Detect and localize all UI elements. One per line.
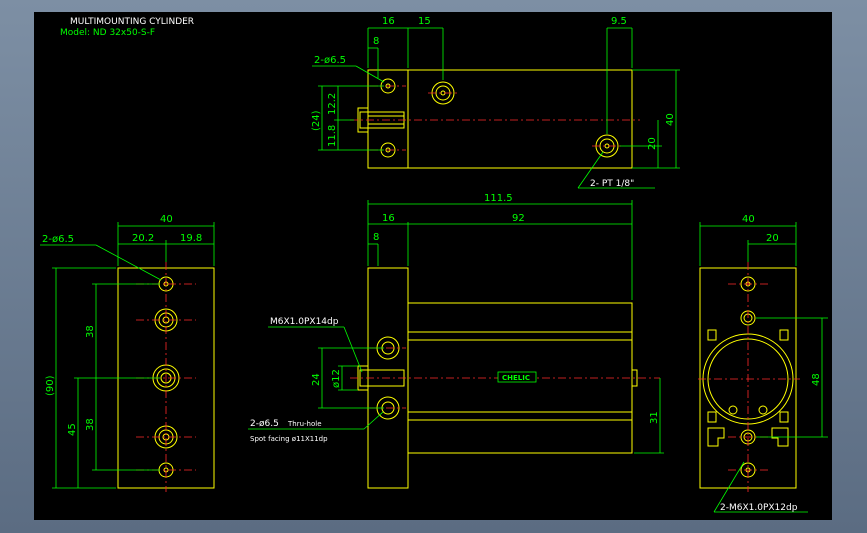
drawing-canvas: MULTIMOUNTING CYLINDER Model: ND 32x50-S…	[34, 12, 832, 520]
hole-callout: 2-ø6.5	[314, 55, 346, 66]
dim-9-5: 9.5	[611, 16, 627, 27]
thru-hole-note: Thru-hole	[287, 420, 322, 428]
dim-40: 40	[665, 113, 676, 126]
dim-24: 24	[311, 373, 322, 386]
thread-callout: M6X1.0PX14dp	[270, 317, 339, 327]
dim-92: 92	[512, 213, 525, 224]
dim-111-5: 111.5	[484, 193, 513, 204]
dim-8: 8	[373, 36, 379, 47]
dim-16: 16	[382, 16, 395, 27]
dim-48: 48	[811, 373, 822, 386]
dim-20: 20	[766, 233, 779, 244]
dim-19-8: 19.8	[180, 233, 202, 244]
top-view: 16 15 9.5 8 2-ø6.5 12.2 (24) 11.8 40 20 …	[311, 16, 680, 189]
right-view: 40 20 48 2-M6X1.0PX12dp	[698, 214, 828, 513]
dim-16: 16	[382, 213, 395, 224]
drawing-title: MULTIMOUNTING CYLINDER	[70, 17, 194, 27]
hole-callout: 2-ø6.5	[42, 234, 74, 245]
left-view: 40 20.2 19.8 2-ø6.5 38 (90) 45 38	[40, 214, 215, 492]
dim-38: 38	[85, 418, 96, 431]
dim-45: 45	[67, 423, 78, 436]
dim-20: 20	[647, 137, 658, 150]
svg-text:CHELIC: CHELIC	[502, 374, 530, 382]
dim-20-2: 20.2	[132, 233, 154, 244]
thread-callout: 2-M6X1.0PX12dp	[720, 503, 798, 513]
dim-40: 40	[742, 214, 755, 225]
model-label: Model: ND 32x50-S-F	[60, 28, 155, 38]
dim-38: 38	[85, 325, 96, 338]
port-callout: 2- PT 1/8"	[590, 179, 634, 189]
dim-31: 31	[649, 411, 660, 424]
dim-90: (90)	[45, 375, 56, 396]
top-view-plate	[367, 69, 409, 169]
dim-8: 8	[373, 232, 379, 243]
dim-15: 15	[418, 16, 431, 27]
spot-facing-note: Spot facing ø11X11dp	[250, 435, 328, 443]
dim-d12: ø12	[331, 369, 342, 388]
dim-12-2: 12.2	[327, 93, 338, 115]
dim-40: 40	[160, 214, 173, 225]
hole-callout: 2-ø6.5	[250, 419, 279, 429]
cad-drawing: MULTIMOUNTING CYLINDER Model: ND 32x50-S…	[40, 16, 828, 513]
dim-24: (24)	[311, 110, 322, 131]
dim-11-8: 11.8	[327, 125, 338, 147]
front-view: CHELIC 111.5 16 92 8 24 ø12 31 M6X1.0PX1…	[248, 193, 664, 489]
